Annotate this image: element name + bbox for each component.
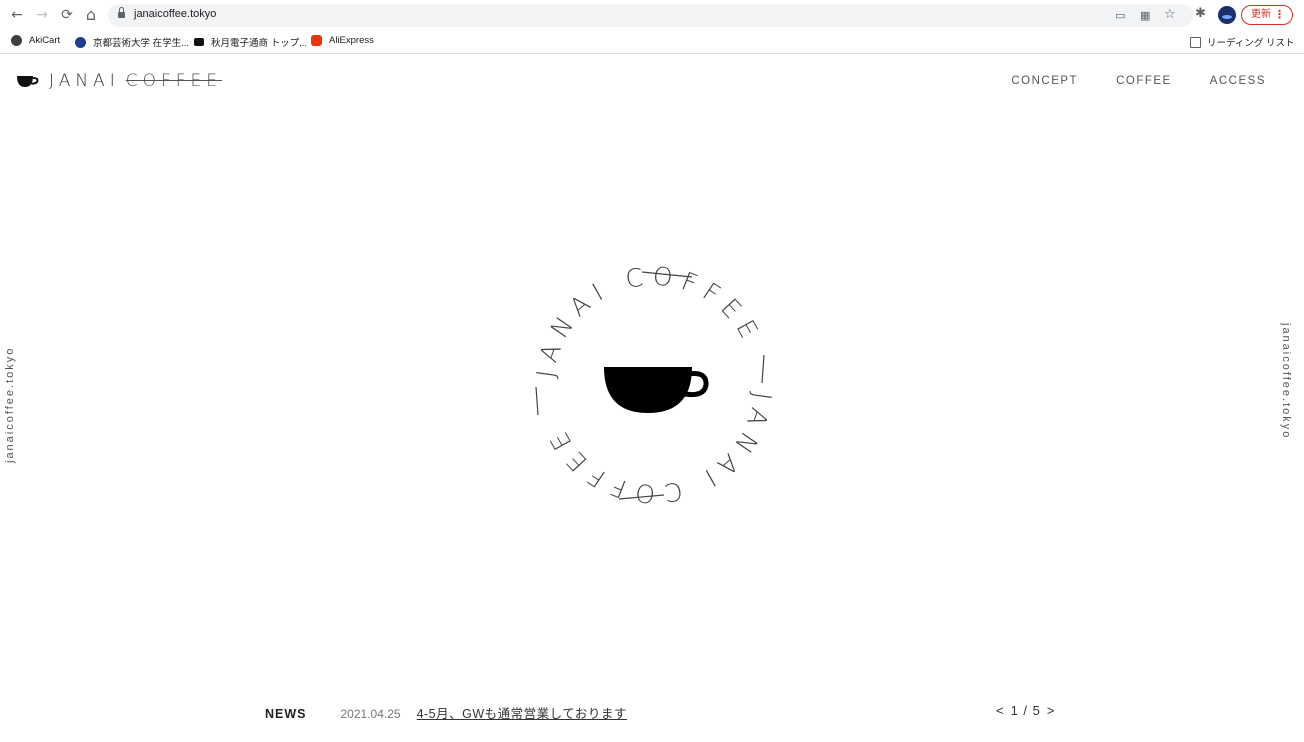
strike-line-right xyxy=(761,354,765,384)
brand-emblem: JANAI COFFEE JANAI COFFEE xyxy=(531,261,769,509)
bookmark-label: 京都芸術大学 在学生... xyxy=(93,38,190,49)
page-content: JANAI COFFEE CONCEPT COFFEE ACCESS janai… xyxy=(0,55,1304,742)
news-prev-button[interactable]: < xyxy=(996,703,1005,718)
bookmark-akicart[interactable]: AkiCart xyxy=(11,35,60,46)
bookmark-star-icon[interactable]: ☆ xyxy=(1164,7,1176,22)
bookmark-aliexpress[interactable]: AliExpress xyxy=(311,35,374,46)
logo-coffee: COFFEE xyxy=(125,71,223,91)
news-next-button[interactable]: > xyxy=(1047,703,1056,718)
bookmark-label: AkiCart xyxy=(29,35,61,46)
bookmark-kyoto-univ[interactable]: 京都芸術大学 在学生... xyxy=(75,35,189,49)
cast-icon[interactable]: ▭ xyxy=(1115,9,1125,22)
university-icon xyxy=(75,36,86,48)
reload-icon[interactable]: ⟳ xyxy=(58,6,76,24)
emblem-arc-top: JANAI COFFEE xyxy=(531,261,759,379)
bookmark-label: AliExpress xyxy=(329,35,374,46)
news-date: 2021.04.25 xyxy=(340,707,401,721)
reading-list-icon xyxy=(1190,36,1201,48)
profile-avatar[interactable] xyxy=(1218,6,1236,24)
forward-icon[interactable]: → xyxy=(33,6,51,24)
logo-janai: JANAI xyxy=(49,71,120,91)
site-logo[interactable]: JANAI COFFEE xyxy=(16,71,222,91)
nav-coffee[interactable]: COFFEE xyxy=(1116,75,1172,87)
back-icon[interactable]: ← xyxy=(8,6,26,24)
lock-icon[interactable] xyxy=(118,7,125,19)
news-pager: < 1 / 5 > xyxy=(996,703,1055,718)
home-icon[interactable]: ⌂ xyxy=(82,6,100,24)
side-domain-left: janaicoffee.tokyo xyxy=(4,323,18,463)
bookmarks-bar: AkiCart 京都芸術大学 在学生... 秋月電子通商 トップ... AliE… xyxy=(0,30,1304,54)
main-nav: CONCEPT COFFEE ACCESS xyxy=(1011,75,1266,87)
emblem-cup-icon xyxy=(604,367,709,413)
reading-list-label: リーディング リスト xyxy=(1207,38,1295,49)
nav-access[interactable]: ACCESS xyxy=(1210,75,1266,87)
address-bar[interactable]: janaicoffee.tokyo ▭ ▦ ☆ xyxy=(108,4,1193,27)
bookmark-label: 秋月電子通商 トップ... xyxy=(211,38,308,49)
menu-icon: ⋮ xyxy=(1274,9,1285,21)
url-text[interactable]: janaicoffee.tokyo xyxy=(134,8,216,20)
side-domain-right: janaicoffee.tokyo xyxy=(1278,323,1292,463)
browser-toolbar: ← → ⟳ ⌂ janaicoffee.tokyo ▭ ▦ ☆ ✱ 更新 ⋮ xyxy=(0,0,1304,30)
side-text-right: janaicoffee.tokyo xyxy=(1280,323,1292,440)
akicart-icon xyxy=(11,35,22,46)
qr-code-icon[interactable]: ▦ xyxy=(1140,9,1150,22)
strike-line-left xyxy=(535,386,539,416)
news-page-indicator: 1 / 5 xyxy=(1010,703,1041,718)
aliexpress-icon xyxy=(311,35,322,46)
side-text-left: janaicoffee.tokyo xyxy=(4,346,16,463)
news-title-link[interactable]: 4-5月、GWも通常営業しております xyxy=(417,703,627,722)
reading-list-button[interactable]: リーディング リスト xyxy=(1190,35,1294,49)
update-button[interactable]: 更新 ⋮ xyxy=(1241,5,1293,25)
extensions-icon[interactable]: ✱ xyxy=(1195,6,1206,21)
coffee-cup-icon xyxy=(17,75,39,87)
akizuki-icon xyxy=(194,38,204,46)
bookmark-akizuki[interactable]: 秋月電子通商 トップ... xyxy=(194,35,307,49)
emblem-text-top: JANAI COFFEE xyxy=(531,261,767,379)
update-label: 更新 xyxy=(1251,9,1271,20)
news-bar: NEWS 2021.04.25 4-5月、GWも通常営業しております xyxy=(265,703,627,722)
nav-concept[interactable]: CONCEPT xyxy=(1011,75,1078,87)
news-label: NEWS xyxy=(265,707,307,721)
